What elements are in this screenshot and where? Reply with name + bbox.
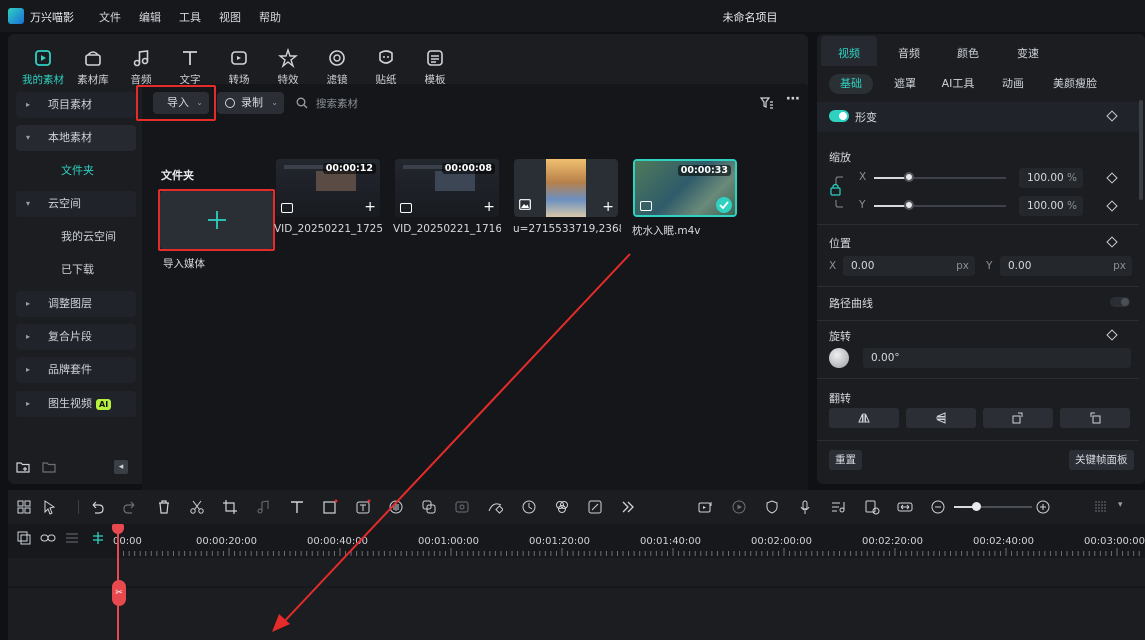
annotation-arrow (272, 253, 631, 632)
